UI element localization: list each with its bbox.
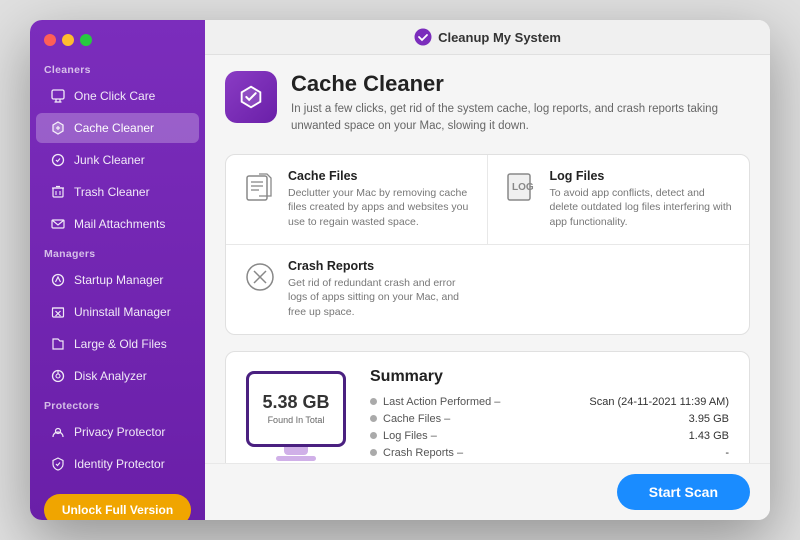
- found-label: Found In Total: [268, 415, 325, 425]
- page-title: Cache Cleaner: [291, 71, 750, 97]
- summary-box: 5.38 GB Found In Total Summary Last Acti…: [225, 351, 750, 463]
- summary-label-0: Last Action Performed –: [383, 396, 500, 408]
- feature-title: Log Files: [550, 169, 734, 183]
- feature-log-files-text: Log Files To avoid app conflicts, detect…: [550, 169, 734, 230]
- dot-3: [370, 449, 377, 456]
- feature-desc: Declutter your Mac by removing cache fil…: [288, 186, 471, 230]
- sidebar-item-label: Junk Cleaner: [74, 153, 145, 167]
- summary-row-1: Cache Files – 3.95 GB: [370, 413, 729, 425]
- app-window: Cleaners One Click Care Cache Cleaner: [30, 20, 770, 520]
- summary-details: Summary Last Action Performed – Scan (24…: [370, 368, 729, 463]
- unlock-full-version-button[interactable]: Unlock Full Version: [44, 494, 191, 520]
- sidebar-item-label: Trash Cleaner: [74, 185, 150, 199]
- mail-icon: [50, 216, 66, 232]
- sidebar-item-identity-protector[interactable]: Identity Protector: [36, 449, 199, 479]
- main-content: Cleanup My System Cache Cleaner In just …: [205, 20, 770, 520]
- sidebar-item-mail-attachments[interactable]: Mail Attachments: [36, 209, 199, 239]
- privacy-icon: [50, 424, 66, 440]
- summary-label-2: Log Files –: [383, 430, 437, 442]
- monitor-graphic: 5.38 GB Found In Total: [246, 371, 346, 461]
- sidebar: Cleaners One Click Care Cache Cleaner: [30, 20, 205, 520]
- sidebar-footer: Unlock Full Version: [30, 480, 205, 520]
- summary-value-3: -: [725, 447, 729, 459]
- summary-value-2: 1.43 GB: [689, 430, 729, 442]
- summary-row-2: Log Files – 1.43 GB: [370, 430, 729, 442]
- monitor-screen: 5.38 GB Found In Total: [246, 371, 346, 447]
- page-header: Cache Cleaner In just a few clicks, get …: [225, 71, 750, 136]
- maximize-button[interactable]: [80, 34, 92, 46]
- footer: Start Scan: [205, 463, 770, 520]
- feature-title: Crash Reports: [288, 259, 472, 273]
- page-header-text: Cache Cleaner In just a few clicks, get …: [291, 71, 750, 136]
- sidebar-item-trash-cleaner[interactable]: Trash Cleaner: [36, 177, 199, 207]
- traffic-lights: [30, 20, 205, 56]
- feature-title: Cache Files: [288, 169, 471, 183]
- sidebar-item-startup-manager[interactable]: Startup Manager: [36, 265, 199, 295]
- summary-row-0: Last Action Performed – Scan (24-11-2021…: [370, 396, 729, 408]
- summary-label-3: Crash Reports –: [383, 447, 463, 459]
- sidebar-item-cache-cleaner[interactable]: Cache Cleaner: [36, 113, 199, 143]
- svg-text:LOG: LOG: [512, 182, 534, 193]
- minimize-button[interactable]: [62, 34, 74, 46]
- feature-cache-files-text: Cache Files Declutter your Mac by removi…: [288, 169, 471, 230]
- identity-icon: [50, 456, 66, 472]
- cache-cleaner-icon: [225, 71, 277, 123]
- summary-title: Summary: [370, 368, 729, 386]
- dot-0: [370, 398, 377, 405]
- junk-icon: [50, 152, 66, 168]
- dot-2: [370, 432, 377, 439]
- cache-icon: [50, 120, 66, 136]
- app-logo-icon: [414, 28, 432, 46]
- sidebar-item-label: Startup Manager: [74, 273, 163, 287]
- sidebar-item-label: Large & Old Files: [74, 337, 167, 351]
- summary-value-0: Scan (24-11-2021 11:39 AM): [589, 396, 729, 408]
- close-button[interactable]: [44, 34, 56, 46]
- total-gb: 5.38 GB: [262, 392, 329, 413]
- uninstall-icon: [50, 304, 66, 320]
- feature-desc: To avoid app conflicts, detect and delet…: [550, 186, 734, 230]
- feature-desc: Get rid of redundant crash and error log…: [288, 276, 472, 320]
- sidebar-item-privacy-protector[interactable]: Privacy Protector: [36, 417, 199, 447]
- feature-log-files: LOG Log Files To avoid app conflicts, de…: [488, 155, 750, 245]
- start-scan-button[interactable]: Start Scan: [617, 474, 750, 510]
- topbar: Cleanup My System: [205, 20, 770, 55]
- sidebar-item-large-old-files[interactable]: Large & Old Files: [36, 329, 199, 359]
- sidebar-item-label: Disk Analyzer: [74, 369, 147, 383]
- sidebar-item-label: One Click Care: [74, 89, 155, 103]
- monitor-icon: [50, 88, 66, 104]
- feature-crash-reports: Crash Reports Get rid of redundant crash…: [226, 245, 488, 334]
- startup-icon: [50, 272, 66, 288]
- content-area: Cache Cleaner In just a few clicks, get …: [205, 55, 770, 463]
- cache-files-icon: [242, 169, 278, 205]
- sidebar-item-disk-analyzer[interactable]: Disk Analyzer: [36, 361, 199, 391]
- sidebar-item-one-click-care[interactable]: One Click Care: [36, 81, 199, 111]
- monitor-stand: [284, 447, 308, 455]
- feature-crash-reports-text: Crash Reports Get rid of redundant crash…: [288, 259, 472, 320]
- section-managers-label: Managers: [30, 240, 205, 264]
- summary-value-1: 3.95 GB: [689, 413, 729, 425]
- files-icon: [50, 336, 66, 352]
- section-cleaners-label: Cleaners: [30, 56, 205, 80]
- feature-cache-files: Cache Files Declutter your Mac by removi…: [226, 155, 488, 245]
- sidebar-item-label: Mail Attachments: [74, 217, 165, 231]
- sidebar-item-label: Uninstall Manager: [74, 305, 171, 319]
- sidebar-item-label: Privacy Protector: [74, 425, 165, 439]
- summary-label-1: Cache Files –: [383, 413, 450, 425]
- summary-row-3: Crash Reports – -: [370, 447, 729, 459]
- page-description: In just a few clicks, get rid of the sys…: [291, 101, 750, 136]
- sidebar-item-label: Cache Cleaner: [74, 121, 154, 135]
- crash-reports-icon: [242, 259, 278, 295]
- sidebar-item-uninstall-manager[interactable]: Uninstall Manager: [36, 297, 199, 327]
- topbar-title: Cleanup My System: [438, 30, 561, 45]
- trash-icon: [50, 184, 66, 200]
- sidebar-item-label: Identity Protector: [74, 457, 165, 471]
- dot-1: [370, 415, 377, 422]
- feature-grid: Cache Files Declutter your Mac by removi…: [225, 154, 750, 335]
- section-protectors-label: Protectors: [30, 392, 205, 416]
- log-files-icon: LOG: [504, 169, 540, 205]
- sidebar-item-junk-cleaner[interactable]: Junk Cleaner: [36, 145, 199, 175]
- monitor-base: [276, 456, 316, 461]
- disk-icon: [50, 368, 66, 384]
